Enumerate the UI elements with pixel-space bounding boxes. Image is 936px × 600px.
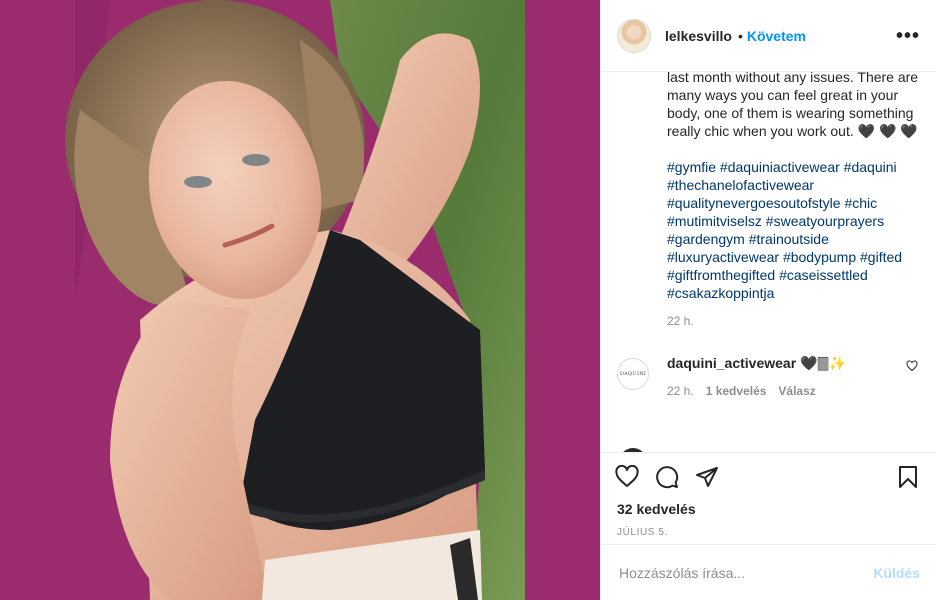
hashtag-list: #gymfie #daquiniactivewear #daquini #the… [667,158,920,302]
hashtag[interactable]: #caseissettled [779,267,868,283]
caption-text: last month without any issues. There are… [667,72,919,139]
hashtag[interactable]: #gifted [860,249,902,265]
hashtag[interactable]: #qualitynevergoesoutofstyle [667,195,841,211]
hashtag[interactable]: #daquini [844,159,897,175]
caption-timestamp: 22 h. [667,314,694,328]
hashtag[interactable]: #sweatyourprayers [766,213,884,229]
hashtag[interactable]: #luxuryactivewear [667,249,779,265]
comment-time: 22 h. [667,384,694,398]
post-actions: 32 kedvelés július 5. [601,452,936,544]
follow-button[interactable]: Követem [747,28,806,44]
hashtag[interactable]: #thechanelofactivewear [667,177,814,193]
comment-line: daquini_activewear 🖤🀫✨ [667,354,920,372]
action-bar [615,453,920,501]
post-comment-button[interactable]: Küldés [873,565,920,581]
small-heart-icon[interactable] [906,360,918,372]
hashtag[interactable]: #giftfromthegifted [667,267,775,283]
post-header: lelkesvillo • Követem ••• [601,0,936,72]
user-avatar[interactable] [617,18,651,53]
comments-list[interactable]: last month without any issues. There are… [601,72,936,452]
share-icon[interactable] [695,465,719,489]
reply-button[interactable]: Válasz [778,384,815,398]
hashtag[interactable]: #gardengym [667,231,745,247]
commenter-username[interactable]: daquini_activewear [667,355,796,371]
post-photo[interactable] [0,0,600,600]
commenter-avatar[interactable]: DAQUINI [617,358,649,390]
post-date: július 5. [617,527,668,538]
hashtag[interactable]: #bodypump [783,249,856,265]
bookmark-icon[interactable] [896,465,920,489]
selfie-image [0,0,600,600]
heart-icon[interactable] [615,465,639,489]
post-panel: lelkesvillo • Követem ••• last month wit… [600,0,936,600]
comment-likes[interactable]: 1 kedvelés [706,384,767,398]
hashtag[interactable]: #csakazkoppintja [667,285,774,301]
more-icon[interactable]: ••• [896,26,920,46]
hashtag[interactable]: #mutimitviselsz [667,213,762,229]
hashtag[interactable]: #daquiniactivewear [720,159,840,175]
caption-block: last month without any issues. There are… [667,72,920,302]
comment-meta: 22 h. 1 kedvelés Válasz [667,384,920,398]
hashtag[interactable]: #gymfie [667,159,716,175]
hashtag[interactable]: #trainoutside [749,231,829,247]
comment-body: daquini_activewear 🖤🀫✨ 22 h. 1 kedvelés … [667,354,920,398]
hashtag[interactable]: #chic [844,195,877,211]
comment-item: DAQUINI daquini_activewear 🖤🀫✨ 22 h. 1 k… [617,354,920,398]
comment-input[interactable] [617,563,874,582]
post-modal: lelkesvillo • Követem ••• last month wit… [0,0,936,600]
header-separator: • [737,27,743,44]
comment-text: 🖤🀫✨ [800,355,847,371]
like-count[interactable]: 32 kedvelés [617,501,920,517]
header-username[interactable]: lelkesvillo [665,28,732,44]
comment-icon[interactable] [655,465,679,489]
add-comment-bar: Küldés [601,544,936,600]
